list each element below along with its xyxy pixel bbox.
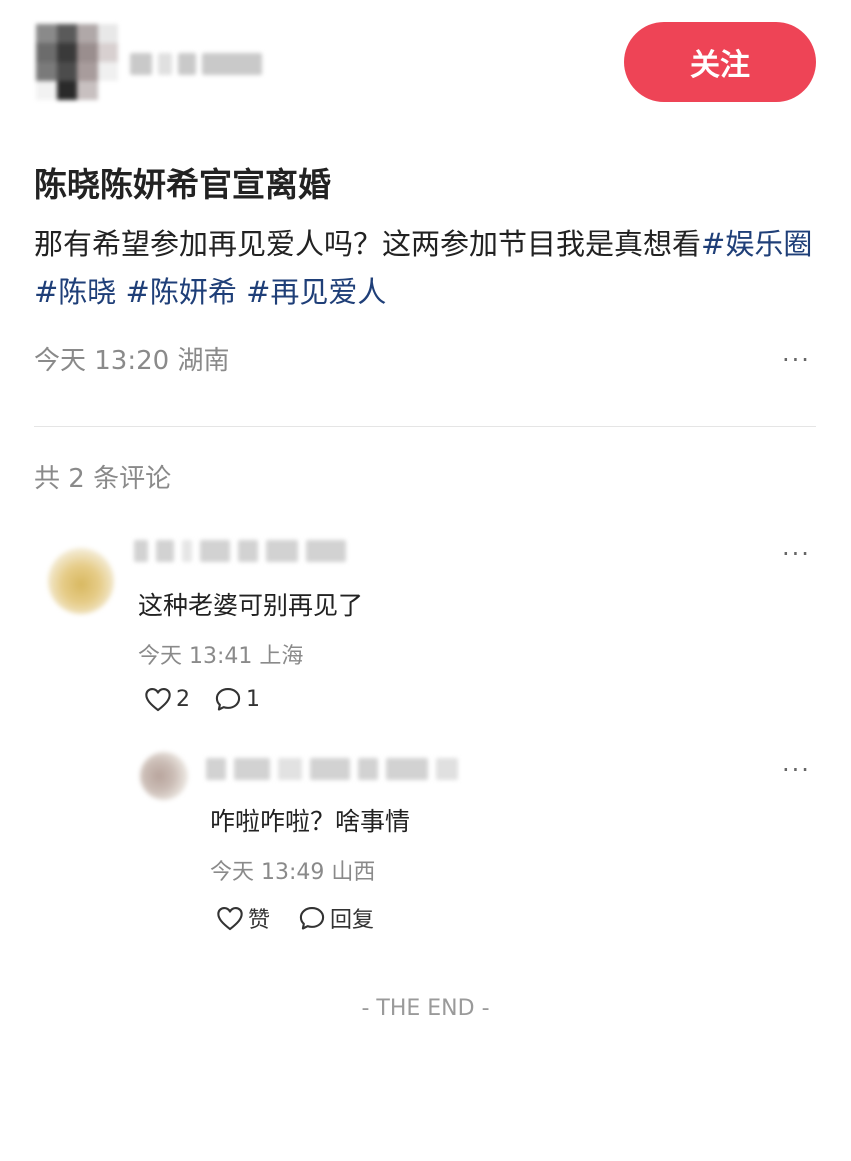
follow-button[interactable]: 关注 [624, 22, 816, 102]
reply-button[interactable]: 1 [214, 686, 260, 712]
like-count: 2 [176, 686, 190, 712]
replier-avatar[interactable] [140, 752, 188, 800]
reply-more-icon[interactable]: ··· [782, 756, 811, 784]
comment-bubble-icon [298, 905, 326, 931]
comment-more-icon[interactable]: ··· [782, 540, 811, 568]
comment-bubble-icon [214, 686, 242, 712]
replier-name[interactable] [206, 758, 458, 780]
reply-time: 今天 13:49 [210, 860, 325, 885]
post-title: 陈晓陈妍希官宣离婚 [34, 165, 331, 204]
reply-reply-label: 回复 [330, 908, 375, 933]
reply-count: 1 [246, 686, 260, 712]
commenter-avatar[interactable] [48, 548, 114, 614]
tag-link[interactable]: #陈妍希 [126, 275, 237, 309]
reply-text: 咋啦咋啦？啥事情 [210, 807, 411, 836]
comment-meta: 今天 13:41 上海 [138, 638, 303, 670]
tag-link[interactable]: #娱乐圈 [701, 227, 812, 261]
divider [34, 426, 816, 427]
post-meta: 今天 13:20 湖南 [34, 340, 229, 377]
reply-location: 山西 [331, 860, 376, 885]
comment-time: 今天 13:41 [138, 644, 253, 669]
reply-like-button[interactable]: 赞 [216, 902, 270, 934]
post-time: 今天 13:20 [34, 346, 170, 376]
comment-actions: 2 1 [144, 686, 260, 712]
comment-location: 上海 [259, 644, 304, 669]
heart-icon [144, 686, 172, 712]
comment-text: 这种老婆可别再见了 [138, 591, 364, 620]
post-body-text: 那有希望参加再见爱人吗？这两参加节目我是真想看 [34, 227, 702, 261]
post-location: 湖南 [177, 346, 230, 376]
post-body: 那有希望参加再见爱人吗？这两参加节目我是真想看#娱乐圈 #陈晓 #陈妍希 #再见… [34, 220, 814, 316]
end-marker: - THE END - [361, 996, 490, 1021]
reply-reply-button[interactable]: 回复 [298, 902, 374, 934]
commenter-name[interactable] [134, 540, 346, 562]
post-header: 关注 [0, 0, 851, 130]
like-button[interactable]: 2 [144, 686, 190, 712]
comment-count: 共 2 条评论 [34, 464, 172, 494]
heart-icon [216, 905, 244, 931]
tag-link[interactable]: #陈晓 [34, 275, 116, 309]
reply-actions: 赞 回复 [216, 902, 374, 934]
post-more-icon[interactable]: ··· [782, 346, 811, 374]
reply-meta: 今天 13:49 山西 [210, 854, 375, 886]
reply-like-label: 赞 [248, 908, 271, 933]
author-avatar[interactable] [36, 24, 118, 100]
tag-link[interactable]: #再见爱人 [246, 275, 386, 309]
author-name[interactable] [130, 44, 266, 84]
